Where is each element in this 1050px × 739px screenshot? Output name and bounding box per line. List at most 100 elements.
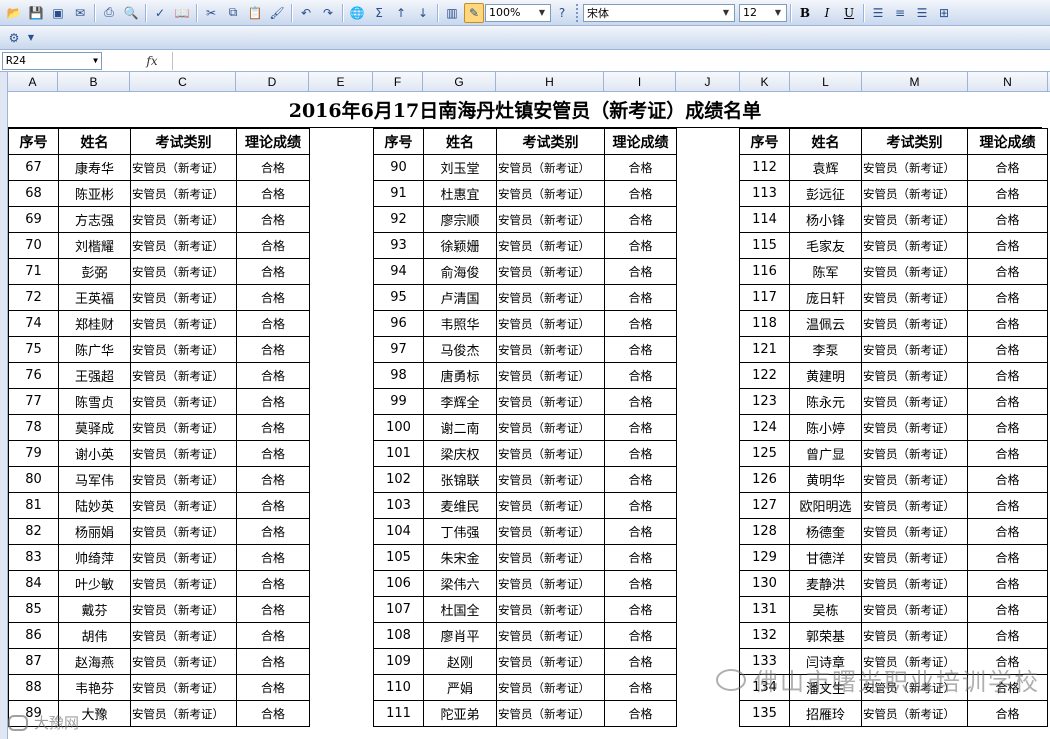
name-cell[interactable]: 袁辉 bbox=[789, 154, 862, 181]
name-cell[interactable]: 谢小英 bbox=[58, 440, 131, 467]
category-cell[interactable]: 安管员（新考证） bbox=[861, 310, 968, 337]
column-title[interactable]: 理论成绩 bbox=[967, 128, 1048, 155]
column-header[interactable]: E bbox=[309, 72, 373, 92]
category-cell[interactable]: 安管员（新考证） bbox=[496, 414, 605, 441]
result-cell[interactable]: 合格 bbox=[236, 206, 310, 233]
name-cell[interactable]: 叶少敏 bbox=[58, 570, 131, 597]
category-cell[interactable]: 安管员（新考证） bbox=[130, 700, 237, 727]
result-cell[interactable]: 合格 bbox=[967, 180, 1048, 207]
drawing-icon[interactable]: ✎ bbox=[464, 2, 484, 23]
result-cell[interactable]: 合格 bbox=[604, 596, 677, 623]
name-cell[interactable]: 谢二南 bbox=[423, 414, 497, 441]
category-cell[interactable]: 安管员（新考证） bbox=[130, 362, 237, 389]
result-cell[interactable]: 合格 bbox=[604, 518, 677, 545]
cut-icon[interactable]: ✂ bbox=[201, 3, 221, 23]
result-cell[interactable]: 合格 bbox=[236, 232, 310, 259]
name-cell[interactable]: 方志强 bbox=[58, 206, 131, 233]
name-cell[interactable]: 陈军 bbox=[789, 258, 862, 285]
result-cell[interactable]: 合格 bbox=[967, 466, 1048, 493]
name-cell[interactable]: 丁伟强 bbox=[423, 518, 497, 545]
result-cell[interactable]: 合格 bbox=[604, 466, 677, 493]
result-cell[interactable]: 合格 bbox=[967, 206, 1048, 233]
hyperlink-icon[interactable]: 🌐 bbox=[347, 3, 367, 23]
result-cell[interactable]: 合格 bbox=[604, 700, 677, 727]
serial-cell[interactable]: 83 bbox=[8, 544, 59, 571]
name-cell[interactable]: 李辉全 bbox=[423, 388, 497, 415]
category-cell[interactable]: 安管员（新考证） bbox=[861, 284, 968, 311]
result-cell[interactable]: 合格 bbox=[236, 570, 310, 597]
result-cell[interactable]: 合格 bbox=[236, 388, 310, 415]
merge-center-icon[interactable]: ⊞ bbox=[934, 3, 954, 23]
name-cell[interactable]: 莫驿成 bbox=[58, 414, 131, 441]
result-cell[interactable]: 合格 bbox=[236, 674, 310, 701]
result-cell[interactable]: 合格 bbox=[604, 648, 677, 675]
serial-cell[interactable]: 85 bbox=[8, 596, 59, 623]
category-cell[interactable]: 安管员（新考证） bbox=[496, 362, 605, 389]
category-cell[interactable]: 安管员（新考证） bbox=[861, 570, 968, 597]
paste-icon[interactable]: 📋 bbox=[245, 3, 265, 23]
column-title[interactable]: 考试类别 bbox=[496, 128, 605, 155]
name-cell[interactable]: 陈永元 bbox=[789, 388, 862, 415]
result-cell[interactable]: 合格 bbox=[604, 544, 677, 571]
font-size-select[interactable]: 12 ▼ bbox=[739, 3, 787, 22]
redo-icon[interactable]: ↷ bbox=[318, 3, 338, 23]
serial-cell[interactable]: 126 bbox=[739, 466, 790, 493]
name-cell[interactable]: 麦静洪 bbox=[789, 570, 862, 597]
column-title[interactable]: 姓名 bbox=[423, 128, 497, 155]
name-cell[interactable]: 康寿华 bbox=[58, 154, 131, 181]
serial-cell[interactable]: 135 bbox=[739, 700, 790, 727]
result-cell[interactable]: 合格 bbox=[604, 232, 677, 259]
result-cell[interactable]: 合格 bbox=[236, 544, 310, 571]
result-cell[interactable]: 合格 bbox=[604, 440, 677, 467]
category-cell[interactable]: 安管员（新考证） bbox=[861, 596, 968, 623]
serial-cell[interactable]: 102 bbox=[373, 466, 424, 493]
serial-cell[interactable]: 99 bbox=[373, 388, 424, 415]
print-preview-icon[interactable]: 🔍 bbox=[121, 3, 141, 23]
name-cell[interactable]: 黄明华 bbox=[789, 466, 862, 493]
category-cell[interactable]: 安管员（新考证） bbox=[130, 310, 237, 337]
name-cell[interactable]: 杜惠宜 bbox=[423, 180, 497, 207]
result-cell[interactable]: 合格 bbox=[604, 388, 677, 415]
autosum-icon[interactable]: Σ bbox=[369, 3, 389, 23]
addin-icon[interactable]: ⚙ bbox=[4, 28, 24, 48]
name-cell[interactable]: 欧阳明选 bbox=[789, 492, 862, 519]
category-cell[interactable]: 安管员（新考证） bbox=[861, 414, 968, 441]
result-cell[interactable]: 合格 bbox=[236, 336, 310, 363]
category-cell[interactable]: 安管员（新考证） bbox=[130, 414, 237, 441]
name-cell[interactable]: 徐颖姗 bbox=[423, 232, 497, 259]
result-cell[interactable]: 合格 bbox=[967, 258, 1048, 285]
serial-cell[interactable]: 68 bbox=[8, 180, 59, 207]
result-cell[interactable]: 合格 bbox=[967, 154, 1048, 181]
result-cell[interactable]: 合格 bbox=[967, 596, 1048, 623]
open-icon[interactable]: 📂 bbox=[4, 3, 24, 23]
serial-cell[interactable]: 114 bbox=[739, 206, 790, 233]
category-cell[interactable]: 安管员（新考证） bbox=[496, 700, 605, 727]
column-title[interactable]: 考试类别 bbox=[130, 128, 237, 155]
column-header[interactable]: D bbox=[236, 72, 309, 92]
name-cell[interactable]: 梁庆权 bbox=[423, 440, 497, 467]
result-cell[interactable]: 合格 bbox=[967, 284, 1048, 311]
category-cell[interactable]: 安管员（新考证） bbox=[496, 154, 605, 181]
serial-cell[interactable]: 76 bbox=[8, 362, 59, 389]
sheet-title[interactable]: 2016年6月17日南海丹灶镇安管员（新考证）成绩名单 bbox=[8, 92, 1042, 128]
name-cell[interactable]: 赵刚 bbox=[423, 648, 497, 675]
category-cell[interactable]: 安管员（新考证） bbox=[496, 310, 605, 337]
result-cell[interactable]: 合格 bbox=[604, 258, 677, 285]
category-cell[interactable]: 安管员（新考证） bbox=[496, 284, 605, 311]
align-left-icon[interactable]: ☰ bbox=[868, 3, 888, 23]
name-cell[interactable]: 卢清国 bbox=[423, 284, 497, 311]
name-cell[interactable]: 赵海燕 bbox=[58, 648, 131, 675]
category-cell[interactable]: 安管员（新考证） bbox=[496, 492, 605, 519]
column-title[interactable]: 姓名 bbox=[58, 128, 131, 155]
result-cell[interactable]: 合格 bbox=[236, 440, 310, 467]
column-header[interactable]: F bbox=[373, 72, 423, 92]
align-center-icon[interactable]: ≡ bbox=[890, 3, 910, 23]
result-cell[interactable]: 合格 bbox=[236, 700, 310, 727]
serial-cell[interactable]: 121 bbox=[739, 336, 790, 363]
serial-cell[interactable]: 115 bbox=[739, 232, 790, 259]
serial-cell[interactable]: 91 bbox=[373, 180, 424, 207]
result-cell[interactable]: 合格 bbox=[236, 492, 310, 519]
result-cell[interactable]: 合格 bbox=[604, 492, 677, 519]
category-cell[interactable]: 安管员（新考证） bbox=[130, 518, 237, 545]
result-cell[interactable]: 合格 bbox=[604, 414, 677, 441]
